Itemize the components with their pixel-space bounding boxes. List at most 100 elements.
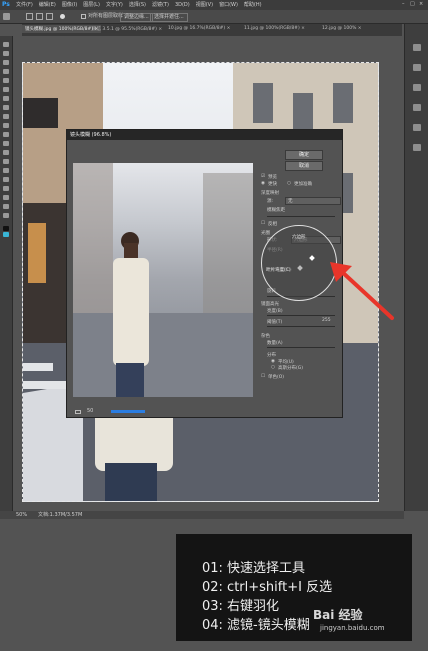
specular-heading: 镜面高光 <box>261 302 279 307</box>
tab-11[interactable]: 11.jpg @ 100%(RGB/8#) × <box>244 26 305 31</box>
clone-tool-icon[interactable] <box>3 114 9 119</box>
status-bar: 50% 文档:1.37M/3.57M <box>0 511 404 519</box>
dodge-tool-icon[interactable] <box>3 159 9 164</box>
blur-tool-icon[interactable] <box>3 150 9 155</box>
accurate-radio[interactable]: ○ <box>287 181 291 186</box>
history-panel-icon[interactable] <box>413 44 421 51</box>
menu-type[interactable]: 文字(Y) <box>106 3 123 8</box>
options-bar: 对所有图层取样 调整边缘... 选择并遮住... <box>0 10 428 24</box>
channels-panel-icon[interactable] <box>413 124 421 131</box>
menu-bar: Ps 文件(F) 编辑(E) 图像(I) 图层(L) 文字(Y) 选择(S) 滤… <box>0 0 428 10</box>
photoshop-logo: Ps <box>2 1 10 8</box>
eyedropper-tool-icon[interactable] <box>3 87 9 92</box>
marquee-tool-icon[interactable] <box>3 51 9 56</box>
tab-lens-blur[interactable]: 镜头模糊.jpg @ 100%(RGB/8#) × <box>22 25 102 33</box>
tab-wechat[interactable]: 微信 3.5.1 @ 95.5%(RGB/8#) × <box>92 26 162 32</box>
menu-view[interactable]: 视图(V) <box>196 3 213 8</box>
move-tool-icon[interactable] <box>3 42 9 47</box>
red-arrow-annotation <box>330 262 394 320</box>
subtract-selection-icon[interactable] <box>46 13 53 20</box>
lasso-tool-icon[interactable] <box>3 60 9 65</box>
monochromatic-label: 单色(O) <box>268 375 285 380</box>
monochromatic-checkbox[interactable]: ☐ <box>261 374 265 379</box>
minimize-icon[interactable]: – <box>402 2 405 7</box>
type-tool-icon[interactable] <box>3 177 9 182</box>
document-size: 文档:1.37M/3.57M <box>38 512 83 518</box>
preview-zoom-value: 50 <box>87 408 94 414</box>
close-icon[interactable]: × <box>419 2 423 7</box>
gradient-tool-icon[interactable] <box>3 141 9 146</box>
paths-panel-icon[interactable] <box>413 144 421 151</box>
background-color-swatch[interactable] <box>3 232 9 237</box>
sample-all-label: 对所有图层取样 <box>88 13 124 19</box>
depth-map-heading: 深度映射 <box>261 191 279 196</box>
add-selection-icon[interactable] <box>36 13 43 20</box>
gaussian-label: 高斯分布(G) <box>278 366 303 371</box>
uniform-radio[interactable]: ◉ <box>271 359 275 364</box>
watermark-url: jingyan.baidu.com <box>320 624 385 632</box>
brightness-slider[interactable] <box>267 315 335 316</box>
eraser-tool-icon[interactable] <box>3 132 9 137</box>
tab-10[interactable]: 10.jpg @ 16.7%(RGB/8#) × <box>168 26 230 31</box>
shape-tool-icon[interactable] <box>3 195 9 200</box>
sample-all-checkbox[interactable] <box>81 14 86 19</box>
distribution-label: 分布 <box>267 353 276 358</box>
pen-tool-icon[interactable] <box>3 168 9 173</box>
crop-tool-icon[interactable] <box>3 78 9 83</box>
new-selection-icon[interactable] <box>26 13 33 20</box>
preview-checkbox[interactable]: ☑ <box>261 174 265 179</box>
blur-focus-slider[interactable] <box>267 216 335 217</box>
brightness-label: 亮度(B) <box>267 309 283 314</box>
zoom-readout: 50% <box>16 512 28 518</box>
preview-label: 预览 <box>268 175 277 180</box>
gaussian-radio[interactable]: ○ <box>271 365 275 370</box>
ok-button[interactable]: 确定 <box>285 150 323 160</box>
baidu-jingyan-watermark: Bai 经验 <box>313 608 363 622</box>
amount-slider[interactable] <box>267 347 335 348</box>
menu-layer[interactable]: 图层(L) <box>83 3 100 8</box>
brush-size-icon[interactable] <box>60 14 65 19</box>
menu-select[interactable]: 选择(S) <box>129 3 146 8</box>
menu-3d[interactable]: 3D(D) <box>175 3 190 8</box>
select-and-mask-button[interactable]: 选择并遮住... <box>150 13 188 22</box>
tab-12[interactable]: 12.jpg @ 100% × <box>322 26 362 31</box>
invert-checkbox[interactable]: ☐ <box>261 221 265 226</box>
tools-panel <box>0 36 13 511</box>
threshold-slider[interactable] <box>267 326 335 327</box>
menu-window[interactable]: 窗口(W) <box>219 3 238 8</box>
faster-label: 更快 <box>268 182 277 187</box>
instruction-step-1: 01: 快速选择工具 <box>202 561 306 576</box>
radius-slider-knob[interactable] <box>309 255 315 261</box>
blade-slider-knob[interactable] <box>297 265 303 271</box>
hand-tool-icon[interactable] <box>3 204 9 209</box>
dialog-titlebar[interactable]: 镜头模糊 (96.8%) <box>67 130 342 140</box>
threshold-label: 阈值(T) <box>267 320 283 325</box>
accurate-label: 更加准确 <box>294 182 312 187</box>
maximize-icon[interactable]: □ <box>410 2 415 7</box>
foreground-color-swatch[interactable] <box>3 226 9 231</box>
properties-panel-icon[interactable] <box>413 64 421 71</box>
history-brush-icon[interactable] <box>3 123 9 128</box>
faster-radio[interactable]: ◉ <box>261 181 265 186</box>
menu-file[interactable]: 文件(F) <box>16 3 33 8</box>
cancel-button[interactable]: 取消 <box>285 161 323 171</box>
path-select-icon[interactable] <box>3 186 9 191</box>
menu-help[interactable]: 帮助(H) <box>244 3 262 8</box>
swatches-panel-icon[interactable] <box>413 84 421 91</box>
zoom-out-icon[interactable] <box>75 410 81 414</box>
zoom-tool-icon[interactable] <box>3 213 9 218</box>
quick-select-tool-icon[interactable] <box>3 69 9 74</box>
menu-edit[interactable]: 编辑(E) <box>39 3 56 8</box>
invert-label: 反相 <box>268 222 277 227</box>
brush-tool-icon[interactable] <box>3 105 9 110</box>
healing-tool-icon[interactable] <box>3 96 9 101</box>
source-select[interactable]: 无 <box>285 197 341 205</box>
instruction-step-2: 02: ctrl+shift+I 反选 <box>202 580 333 595</box>
blur-preview[interactable] <box>73 163 253 397</box>
progress-bar <box>111 410 145 413</box>
quick-select-tool-icon[interactable] <box>3 13 10 20</box>
menu-filter[interactable]: 滤镜(T) <box>152 3 169 8</box>
refine-edge-button[interactable]: 调整边缘... <box>120 13 153 22</box>
menu-image[interactable]: 图像(I) <box>62 3 77 8</box>
layers-panel-icon[interactable] <box>413 104 421 111</box>
